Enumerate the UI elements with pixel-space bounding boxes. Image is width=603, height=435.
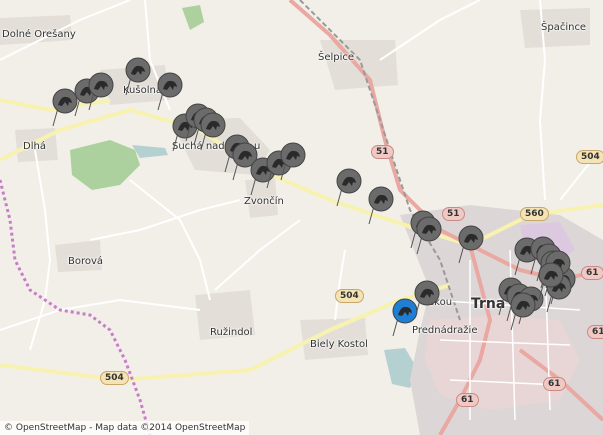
place-label: Borová	[68, 256, 104, 267]
map-marker-grey[interactable]	[368, 186, 394, 226]
lake	[132, 145, 168, 158]
road-shield: 504	[100, 371, 129, 385]
place-label: Šelpice	[318, 52, 355, 63]
place-label: Špačince	[541, 22, 587, 33]
place-label: Dolné Orešany	[2, 29, 76, 40]
map-marker-grey[interactable]	[200, 112, 226, 152]
place-label: Zvončín	[244, 196, 284, 207]
map-marker-grey[interactable]	[510, 292, 536, 332]
map-marker-grey[interactable]	[416, 216, 442, 256]
map-marker-grey[interactable]	[157, 72, 183, 112]
place-label: Ružindol	[210, 327, 253, 338]
place-label: Prednádražie	[412, 325, 478, 336]
map-attribution[interactable]: © OpenStreetMap - Map data ©2014 OpenStr…	[0, 421, 250, 435]
woods-area	[70, 140, 140, 190]
road-shield: 560	[520, 207, 549, 221]
road-shield: 61	[456, 393, 479, 407]
road-shield: 61	[587, 325, 603, 339]
road-shield: 61	[581, 266, 603, 280]
place-label: Dlhá	[23, 141, 46, 152]
map-base-layer	[0, 0, 603, 435]
map-marker-grey[interactable]	[125, 57, 151, 97]
place-label: Biely Kostol	[310, 339, 368, 350]
map-marker-grey[interactable]	[538, 262, 564, 302]
road-shield: 61	[543, 377, 566, 391]
road-shield: 504	[576, 150, 603, 164]
map-marker-grey[interactable]	[88, 72, 114, 112]
map-marker-grey[interactable]	[336, 168, 362, 208]
map-view[interactable]: Dolné Orešany Kušolna Dlhá Suchá nad u Z…	[0, 0, 603, 435]
map-marker-selected[interactable]	[392, 298, 418, 338]
road-shield: 504	[335, 289, 364, 303]
map-marker-grey[interactable]	[280, 142, 306, 182]
map-marker-grey[interactable]	[458, 225, 484, 265]
woods-area	[182, 5, 204, 30]
road-shield: 51	[371, 145, 394, 159]
road-shield: 51	[442, 207, 465, 221]
